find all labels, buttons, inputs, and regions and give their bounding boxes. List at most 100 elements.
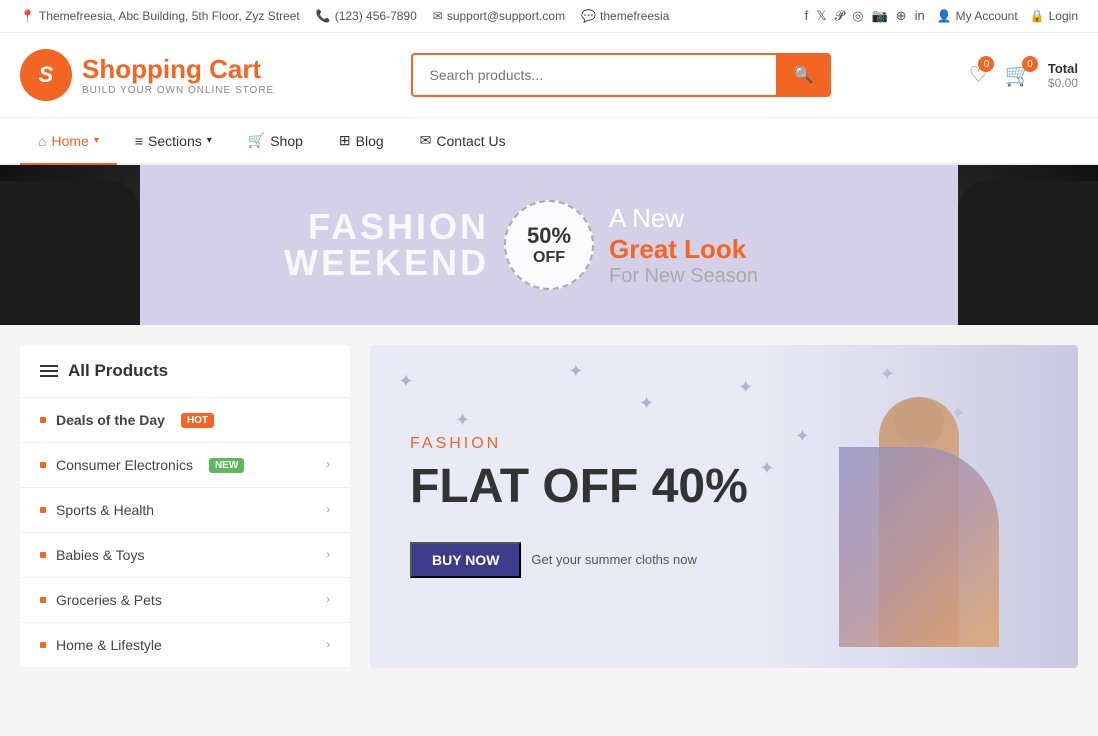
chevron-right-icon: › — [326, 594, 330, 606]
model-figure — [819, 367, 1019, 647]
banner-new: A New — [609, 203, 684, 234]
total-label: Total — [1048, 61, 1078, 76]
feature-banner: ✦ ✦ ✦ ✦ ✦ ✦ ✦ ✦ ✦ FASHION FLAT OFF 40% B… — [370, 345, 1078, 668]
search-input[interactable] — [411, 53, 775, 97]
sidebar-header: All Products — [20, 345, 350, 398]
feature-banner-content: FASHION FLAT OFF 40% BUY NOW Get your su… — [370, 405, 788, 608]
cart-total: Total $0.00 — [1048, 61, 1078, 90]
sidebar: All Products Deals of the Day HOT Consum… — [20, 345, 350, 668]
skype: 💬 themefreesia — [581, 9, 669, 23]
sidebar-item-groceries[interactable]: Groceries & Pets › — [20, 578, 350, 623]
buy-now-button[interactable]: BUY NOW — [410, 542, 521, 578]
feature-headline: FLAT OFF 40% — [410, 461, 748, 514]
cart-badge: 0 — [1022, 56, 1038, 72]
skype-icon: 💬 — [581, 9, 596, 23]
banner-text-right: A New Great Look For New Season — [549, 203, 958, 288]
feature-get-label: Get your summer cloths now — [531, 552, 696, 567]
email-icon: ✉ — [433, 9, 443, 23]
home-label: Home & Lifestyle — [56, 637, 162, 653]
bullet-icon — [40, 462, 46, 468]
nav-item-blog[interactable]: ⊞ Blog — [321, 118, 402, 165]
chevron-right-icon: › — [326, 549, 330, 561]
main-content: All Products Deals of the Day HOT Consum… — [0, 325, 1098, 688]
nav-item-contact[interactable]: ✉ Contact Us — [402, 118, 524, 165]
flickr-icon[interactable]: ⊕ — [896, 8, 907, 24]
banner-season: For New Season — [609, 265, 758, 288]
feature-fashion-label: FASHION — [410, 435, 748, 453]
chevron-down-icon: ▾ — [94, 135, 99, 146]
hot-badge: HOT — [181, 413, 214, 428]
linkedin-icon[interactable]: in — [915, 8, 925, 24]
logo-title: Shopping Cart — [82, 54, 274, 85]
sidebar-item-babies-left: Babies & Toys — [40, 547, 144, 563]
new-badge: NEW — [209, 458, 244, 473]
chevron-right-icon: › — [326, 459, 330, 471]
bullet-icon — [40, 417, 46, 423]
cart-button[interactable]: 🛒 0 — [1004, 62, 1031, 88]
star-icon: ✦ — [398, 371, 413, 392]
feature-model — [759, 345, 1078, 668]
my-account-link[interactable]: 👤 My Account — [937, 9, 1018, 23]
blog-icon: ⊞ — [339, 132, 351, 149]
nav-item-shop[interactable]: 🛒 Shop — [230, 118, 321, 165]
sidebar-item-electronics[interactable]: Consumer Electronics NEW › — [20, 443, 350, 488]
wishlist-badge: 0 — [978, 56, 994, 72]
banner-right-model — [958, 165, 1098, 325]
hero-banner: FASHION WEEKEND 50% OFF A New Great Look… — [0, 165, 1098, 325]
banner-text-left: FASHION WEEKEND — [140, 209, 549, 281]
chevron-right-icon: › — [326, 504, 330, 516]
search-bar: 🔍 — [411, 53, 831, 97]
banner-off: OFF — [533, 249, 565, 267]
sidebar-item-deals-left: Deals of the Day HOT — [40, 412, 214, 428]
deals-label: Deals of the Day — [56, 412, 165, 428]
chevron-right-icon: › — [326, 639, 330, 651]
dribbble-icon[interactable]: ◎ — [852, 8, 863, 24]
babies-label: Babies & Toys — [56, 547, 144, 563]
wishlist-button[interactable]: ♡ 0 — [969, 62, 989, 88]
search-button[interactable]: 🔍 — [776, 53, 832, 97]
header: S Shopping Cart BUILD YOUR OWN ONLINE ST… — [0, 33, 1098, 118]
cart-section: 🛒 0 Total $0.00 — [1004, 61, 1078, 90]
banner-left-model — [0, 165, 140, 325]
sidebar-item-sports[interactable]: Sports & Health › — [20, 488, 350, 533]
star-icon: ✦ — [738, 377, 753, 398]
top-bar-right: f 𝕏 𝓟 ◎ 📷 ⊕ in 👤 My Account 🔒 Login — [805, 8, 1078, 24]
bullet-icon — [40, 597, 46, 603]
twitter-icon[interactable]: 𝕏 — [816, 8, 826, 24]
sidebar-item-home[interactable]: Home & Lifestyle › — [20, 623, 350, 668]
sidebar-item-deals[interactable]: Deals of the Day HOT — [20, 398, 350, 443]
location-icon: 📍 — [20, 9, 35, 23]
header-right: ♡ 0 🛒 0 Total $0.00 — [969, 61, 1078, 90]
sports-label: Sports & Health — [56, 502, 154, 518]
login-link[interactable]: 🔒 Login — [1030, 9, 1078, 23]
logo[interactable]: S Shopping Cart BUILD YOUR OWN ONLINE ST… — [20, 49, 274, 101]
lock-icon: 🔒 — [1030, 9, 1045, 23]
facebook-icon[interactable]: f — [805, 8, 809, 24]
top-bar-contact: 📍 Themefreesia, Abc Building, 5th Floor,… — [20, 9, 669, 23]
instagram-icon[interactable]: 📷 — [871, 8, 887, 24]
social-icons: f 𝕏 𝓟 ◎ 📷 ⊕ in — [805, 8, 925, 24]
sidebar-title: All Products — [68, 361, 168, 381]
banner-pct: 50% — [527, 223, 571, 249]
bullet-icon — [40, 507, 46, 513]
electronics-label: Consumer Electronics — [56, 457, 193, 473]
nav-item-sections[interactable]: ≡ Sections ▾ — [117, 119, 230, 165]
logo-text: Shopping Cart BUILD YOUR OWN ONLINE STOR… — [82, 54, 274, 96]
bullet-icon — [40, 552, 46, 558]
hamburger-icon — [40, 365, 58, 377]
sidebar-item-groceries-left: Groceries & Pets — [40, 592, 162, 608]
sidebar-item-electronics-left: Consumer Electronics NEW — [40, 457, 244, 473]
sidebar-item-babies[interactable]: Babies & Toys › — [20, 533, 350, 578]
bullet-icon — [40, 642, 46, 648]
pinterest-icon[interactable]: 𝓟 — [835, 8, 844, 24]
shop-icon: 🛒 — [248, 132, 265, 149]
phone-icon: 📞 — [316, 9, 331, 23]
email: ✉ support@support.com — [433, 9, 565, 23]
home-icon: ⌂ — [38, 133, 46, 149]
chevron-down-icon: ▾ — [207, 135, 212, 146]
sections-icon: ≡ — [135, 133, 143, 149]
phone: 📞 (123) 456-7890 — [316, 9, 417, 23]
banner-great-look: Great Look — [609, 234, 746, 265]
nav-item-home[interactable]: ⌂ Home ▾ — [20, 119, 117, 165]
total-amount: $0.00 — [1048, 76, 1078, 90]
